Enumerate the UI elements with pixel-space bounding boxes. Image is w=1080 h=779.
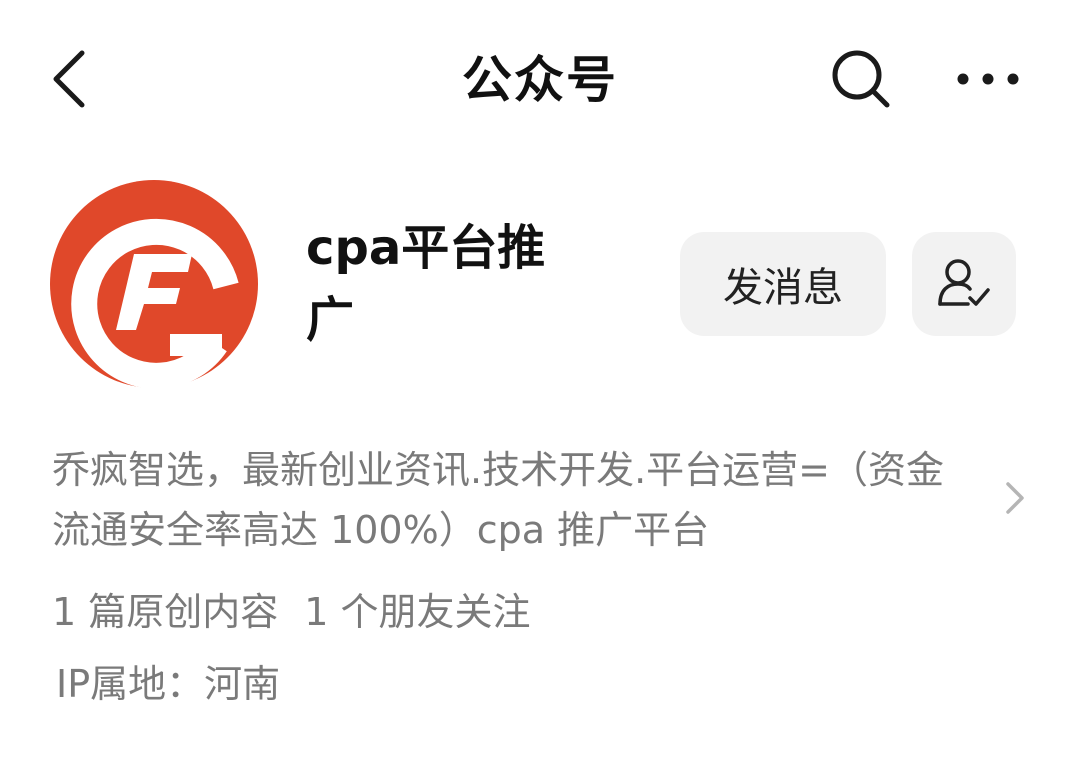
account-intro[interactable]: 乔疯智选，最新创业资讯.技术开发.平台运营=（资金流通安全率高达 100%）cp… xyxy=(52,440,972,560)
send-message-button[interactable]: 发消息 xyxy=(680,232,886,336)
user-followed-icon xyxy=(938,259,990,306)
ip-location: IP属地：河南 xyxy=(56,662,281,706)
more-button[interactable] xyxy=(952,52,1024,106)
account-name: cpa平台推广 xyxy=(306,220,546,348)
avatar[interactable] xyxy=(50,180,258,389)
original-articles-count: 1 篇原创内容 xyxy=(52,590,279,634)
search-icon xyxy=(832,50,890,108)
friends-following-count: 1 个朋友关注 xyxy=(304,590,531,634)
more-horizontal-icon xyxy=(957,73,1019,85)
follow-status-button[interactable] xyxy=(912,232,1016,336)
account-stats: 1 篇原创内容 1 个朋友关注 xyxy=(52,584,531,640)
intro-text: 乔疯智选，最新创业资讯.技术开发.平台运营=（资金流通安全率高达 100%）cp… xyxy=(52,448,945,552)
page-title: 公众号 xyxy=(462,51,618,109)
top-bar: 公众号 xyxy=(0,0,1080,156)
account-logo xyxy=(50,180,258,389)
chevron-left-icon xyxy=(53,50,85,108)
chevron-right-icon[interactable] xyxy=(1000,478,1030,518)
back-button[interactable] xyxy=(38,44,98,114)
search-button[interactable] xyxy=(826,44,896,114)
